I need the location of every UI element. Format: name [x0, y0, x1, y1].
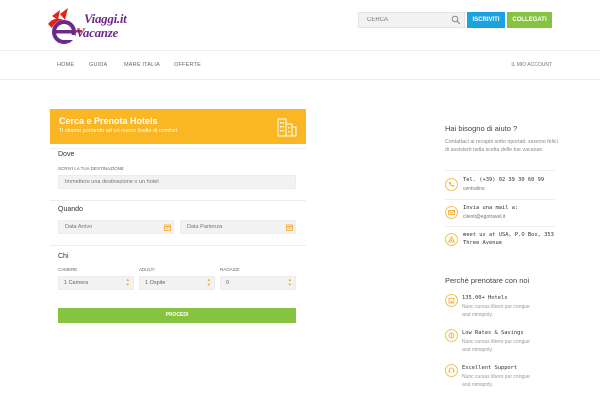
kids-select[interactable]: 0 ▴ ▾ [220, 276, 296, 290]
email-icon [445, 206, 458, 219]
feature-desc: Nunc cursus libero pur congue arut nimsp… [462, 304, 530, 318]
select-down-icon: ▾ [288, 282, 291, 288]
feature-desc: Nunc cursus libero pur congue arut nimsp… [462, 374, 530, 388]
calendar-icon[interactable] [286, 224, 293, 231]
search-input[interactable] [359, 13, 451, 27]
divider [50, 148, 306, 149]
divider [445, 226, 555, 227]
checkin-date-input[interactable] [58, 220, 174, 234]
kids-label: RAGAZZI [220, 267, 240, 272]
nav-item-guida[interactable]: GUIDA [89, 62, 107, 68]
rooms-value: 1 Camera [64, 280, 89, 286]
when-label: Quando [58, 206, 83, 213]
address-text: meet us at USA, P.O Box, 353 Three Avenu… [463, 232, 554, 246]
nav-item-offerte[interactable]: OFFERTE [174, 62, 201, 68]
checkout-date-input[interactable] [180, 220, 296, 234]
signup-button[interactable]: ISCRIVITI [467, 12, 505, 28]
booking-subtitle: Ti stiamo portando ad un nuovo livello d… [59, 128, 178, 134]
feature-title: Excellent Support [462, 365, 518, 371]
help-title: Hai bisogno di aiuto ? [445, 124, 518, 133]
phone-number[interactable]: Tel. (+39) 02 39 30 60 99 [463, 177, 544, 185]
booking-title: Cerca e Prenota Hotels [59, 116, 158, 126]
nav-item-home[interactable]: HOME [57, 62, 74, 68]
booking-header: Cerca e Prenota Hotels Ti stiamo portand… [50, 109, 306, 144]
divider [445, 170, 555, 171]
divider [445, 199, 555, 200]
header: Viaggi.it Vacanze ISCRIVITI COLLEGATI [0, 0, 600, 50]
adults-select[interactable]: 1 Ospite ▴ ▾ [139, 276, 215, 290]
adults-value: 1 Ospite [145, 280, 166, 286]
my-account-link[interactable]: IL MIO ACCOUNT [511, 62, 552, 68]
destination-label: SCRIVI LA TUA DESTINAZIONE [58, 166, 124, 171]
feature-title: Low Rates & Savings [462, 330, 524, 336]
login-button[interactable]: COLLEGATI [507, 12, 552, 28]
search-icon[interactable] [451, 15, 461, 25]
feature-desc: Nunc cursus libero pur congue arut nimsp… [462, 339, 530, 353]
divider [50, 245, 306, 246]
adults-label: ADULTI [139, 267, 155, 272]
email-title: Invia una mail a: [463, 205, 519, 211]
select-down-icon: ▾ [207, 282, 210, 288]
rooms-label: CAMERE [58, 267, 78, 272]
rooms-select[interactable]: 1 Camera ▴ ▾ [58, 276, 134, 290]
site-logo[interactable]: Viaggi.it Vacanze [46, 8, 136, 46]
phone-icon [445, 178, 458, 191]
hotel-buildings-icon [277, 118, 297, 137]
main-nav: HOME GUIDA MARE ITALIA OFFERTE IL MIO AC… [0, 50, 600, 80]
kids-value: 0 [226, 280, 230, 286]
why-title: Perchè prenotare con noi [445, 276, 530, 285]
divider [50, 200, 306, 201]
phone-note: centralino [463, 186, 485, 192]
nav-item-mare-italia[interactable]: MARE ITALIA [124, 62, 160, 68]
where-label: Dove [58, 151, 75, 158]
search-box [358, 12, 465, 28]
location-icon [445, 233, 458, 246]
support-icon [445, 364, 458, 377]
feature-title: 135,00+ Hotels [462, 295, 508, 301]
destination-input[interactable] [58, 175, 296, 189]
calendar-icon[interactable] [164, 224, 171, 231]
select-down-icon: ▾ [126, 282, 129, 288]
logo-text-bottom: Vacanze [76, 25, 118, 40]
who-label: Chi [58, 253, 69, 260]
savings-icon [445, 329, 458, 342]
help-text: Contattaci ai recapiti sotto riportati: … [445, 139, 558, 153]
email-address[interactable]: clienti@egotravel.it [463, 214, 505, 220]
hotels-icon [445, 294, 458, 307]
submit-search-button[interactable]: PROCEDI [58, 308, 296, 323]
